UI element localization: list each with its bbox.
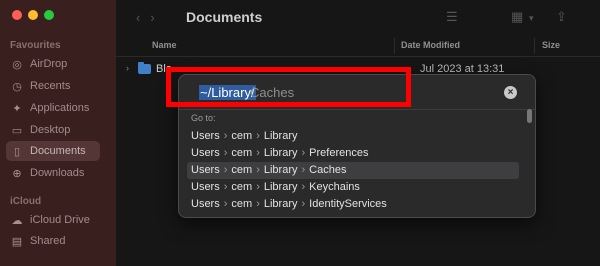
path-segment: IdentityServices [309,198,387,210]
nav-arrows: ‹› [136,10,165,25]
sidebar-item-label: Documents [30,145,86,157]
chevron-right-icon: › [256,198,260,210]
sidebar-item-label: AirDrop [30,58,68,70]
sidebar-item-desktop[interactable]: ▭ Desktop [6,120,100,140]
path-segment: Library [263,147,298,159]
column-header-size[interactable]: Size [542,40,560,50]
forward-arrow-icon[interactable]: › [150,10,164,25]
download-icon: ⊕ [12,167,22,180]
sidebar-item-label: Shared [30,235,66,247]
clock-icon: ◷ [12,80,22,93]
dialog-divider [179,109,535,110]
path-segment: Users [191,181,220,193]
path-segment: Users [191,164,220,176]
column-header-name[interactable]: Name [152,40,177,50]
clear-icon[interactable]: × [504,86,517,99]
sidebar-section-icloud: iCloud [10,196,42,207]
sidebar-item-applications[interactable]: ✦ Applications [6,98,100,118]
shared-folder-icon: ▤ [11,235,23,248]
sidebar: Favourites ◎ AirDrop ◷ Recents ✦ Applica… [0,0,116,266]
sidebar-item-recents[interactable]: ◷ Recents [6,76,100,96]
path-segment: Library [263,181,298,193]
applications-icon: ✦ [12,102,22,115]
highlight-annotation-box [166,67,411,107]
sidebar-item-icloud-drive[interactable]: ☁ iCloud Drive [6,210,100,230]
sidebar-item-downloads[interactable]: ⊕ Downloads [6,163,100,183]
suggestion-item[interactable]: Users › cem › Library › Preferences [187,145,519,162]
disclosure-chevron-icon[interactable]: › [126,63,129,73]
path-segment: Preferences [309,147,369,159]
chevron-right-icon: › [256,130,260,142]
document-icon: ▯ [13,145,21,158]
chevron-right-icon: › [301,181,306,193]
chevron-right-icon: › [301,164,306,176]
sidebar-item-label: Downloads [30,167,85,179]
path-segment: Library [263,164,298,176]
chevron-down-icon[interactable]: ▾ [529,13,534,24]
close-window-button[interactable] [12,10,22,20]
chevron-right-icon: › [223,147,228,159]
column-header-date-modified[interactable]: Date Modified [401,40,460,50]
cloud-icon: ☁ [11,214,23,227]
chevron-right-icon: › [223,198,228,210]
sidebar-item-label: Desktop [30,124,71,136]
airdrop-icon: ◎ [12,58,22,71]
list-view-icon[interactable]: ☰ [446,9,458,25]
share-icon[interactable]: ⇪ [556,9,567,25]
back-arrow-icon[interactable]: ‹ [136,10,150,25]
path-segment: Library [263,198,298,210]
path-segment: cem [231,164,253,176]
toolbar: ‹› Documents ☰ ▦ ▾ ⇪ [116,0,600,34]
window-title: Documents [186,9,263,25]
sidebar-item-shared[interactable]: ▤ Shared [6,231,100,251]
sidebar-item-documents[interactable]: ▯ Documents [6,141,100,161]
path-segment: Users [191,130,220,142]
path-segment: Keychains [309,181,360,193]
chevron-right-icon: › [256,181,260,193]
sidebar-item-label: Applications [30,102,90,114]
chevron-right-icon: › [223,181,228,193]
sidebar-item-label: iCloud Drive [30,214,90,226]
chevron-right-icon: › [223,164,228,176]
suggestion-item[interactable]: Users › cem › Library [187,128,519,145]
path-segment: cem [231,181,253,193]
chevron-right-icon: › [256,147,260,159]
suggestion-item[interactable]: Users › cem › Library › Caches [187,162,519,179]
sidebar-item-label: Recents [30,80,71,92]
desktop-icon: ▭ [11,124,23,137]
path-segment: cem [231,130,253,142]
folder-icon [138,62,151,74]
path-segment: Caches [309,164,347,176]
path-segment: Users [191,198,220,210]
sidebar-section-favourites: Favourites [10,40,61,51]
path-segment: Users [191,147,220,159]
zoom-window-button[interactable] [44,10,54,20]
path-segment: cem [231,198,253,210]
suggestion-item[interactable]: Users › cem › Library › Keychains [187,179,519,196]
goto-section-label: Go to: [191,113,216,123]
chevron-right-icon: › [301,198,306,210]
minimize-window-button[interactable] [28,10,38,20]
chevron-right-icon: › [301,147,306,159]
scrollbar[interactable] [527,109,532,123]
path-segment: cem [231,147,253,159]
column-divider [394,38,395,54]
chevron-right-icon: › [256,164,260,176]
suggestion-item[interactable]: Users › cem › Library › IdentityServices [187,196,519,213]
header-divider [116,56,600,57]
window-controls [12,10,54,20]
grid-view-icon[interactable]: ▦ [511,9,523,25]
chevron-right-icon: › [223,130,228,142]
path-segment: Library [263,130,298,142]
column-divider [534,38,535,54]
sidebar-item-airdrop[interactable]: ◎ AirDrop [6,54,100,74]
